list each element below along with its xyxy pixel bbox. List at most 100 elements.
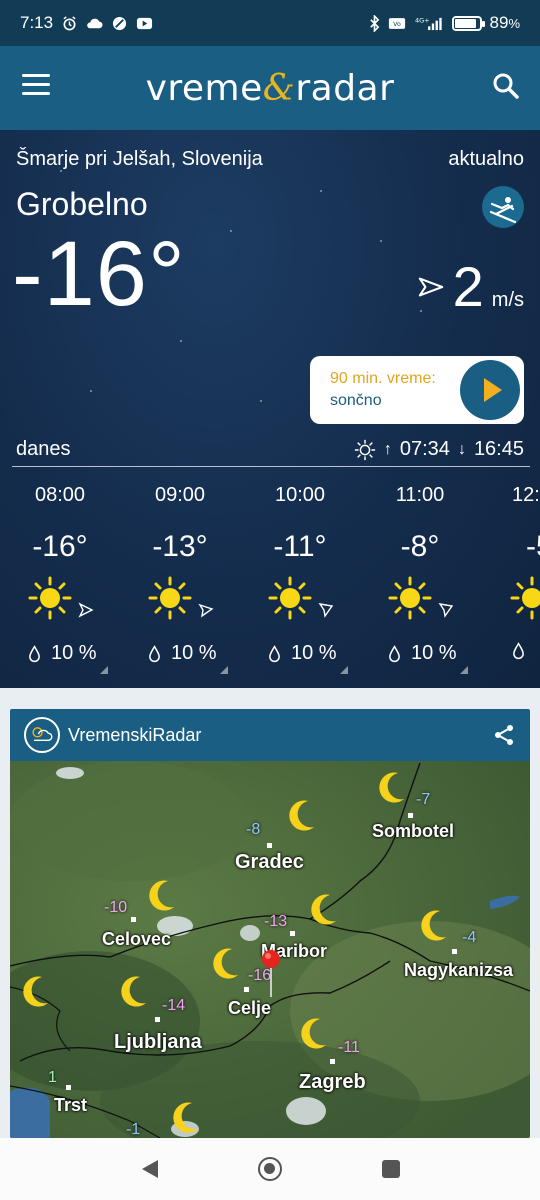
moon-icon [289, 800, 314, 831]
hour-time: 10:00 [274, 484, 326, 506]
wind-arrow-icon [318, 603, 334, 618]
menu-icon[interactable] [22, 74, 50, 96]
hour-item[interactable]: 10:00 -11° 10 % [240, 480, 360, 680]
sun-outline-icon [354, 439, 375, 460]
hourly-forecast[interactable]: 08:00 -16° 10 % 09:00 -13° 10 % 10:00 -1… [0, 480, 540, 680]
hour-item[interactable]: 09:00 -13° 10 % [120, 480, 240, 680]
map-city[interactable]: Sombotel [372, 821, 454, 842]
forecast-90-condition: sončno [330, 392, 382, 409]
home-icon[interactable] [258, 1157, 282, 1181]
map-city[interactable]: Celje [228, 998, 271, 1019]
moon-icon [23, 976, 48, 1007]
map-temp: -13 [264, 913, 288, 930]
current-temperature: -16° [12, 223, 186, 325]
share-icon[interactable] [492, 723, 516, 747]
expand-corner-icon [100, 666, 108, 674]
search-icon[interactable] [490, 70, 522, 102]
hour-temp: -5 [526, 530, 540, 563]
app-logo: vreme&radar [145, 67, 395, 109]
divider [12, 466, 530, 467]
drop-icon [269, 644, 280, 662]
map-temp: -8 [246, 821, 261, 838]
sunrise-time: 07:34 [399, 438, 450, 460]
city-dot [408, 813, 413, 818]
expand-corner-icon [460, 666, 468, 674]
map-city[interactable]: Trst [54, 1095, 87, 1116]
sun-times: ↑ 07:34 ↓ 16:45 [354, 438, 524, 461]
radar-logo-icon [24, 717, 60, 753]
wind-direction-icon [418, 277, 443, 296]
svg-text:Vo: Vo [393, 21, 401, 28]
radar-card[interactable]: VremenskiRadar -7 Sombotel -8 Gradec -10… [10, 709, 530, 1138]
map-temp: -11 [338, 1039, 360, 1056]
vpn-icon [113, 16, 127, 30]
youtube-icon [137, 17, 153, 29]
expand-corner-icon [340, 666, 348, 674]
location-town: Grobelno [16, 186, 148, 222]
map-city[interactable]: Ljubljana [114, 1031, 202, 1054]
hour-item[interactable]: 08:00 -16° 10 % [0, 480, 120, 680]
sun-icon [388, 576, 432, 620]
play-button[interactable] [460, 360, 520, 420]
map-city[interactable]: Gradec [235, 851, 304, 874]
city-dot [290, 931, 295, 936]
hour-temp: -11° [273, 530, 327, 563]
drop-icon [29, 644, 40, 662]
city-dot [267, 843, 272, 848]
hour-item[interactable]: 12: -5 [480, 480, 540, 680]
hour-rain: 10 % [171, 642, 217, 664]
ski-icon[interactable] [482, 186, 524, 228]
hour-time: 08:00 [34, 484, 86, 506]
moon-icon [149, 880, 174, 911]
hour-rain: 10 % [51, 642, 97, 664]
drop-icon [513, 642, 524, 660]
forecast-90-card[interactable]: 90 min. vreme: sončno [310, 356, 524, 424]
radar-header: VremenskiRadar [10, 709, 530, 761]
map-city[interactable]: Zagreb [299, 1071, 366, 1094]
alarm-icon [63, 15, 76, 30]
sun-icon [148, 576, 192, 620]
wind-unit: m/s [491, 289, 524, 311]
map-temp: -10 [104, 899, 128, 916]
sunset-arrow-icon: ↓ [457, 440, 466, 458]
wind-arrow-icon [438, 603, 454, 618]
hour-rain: 10 % [291, 642, 337, 664]
city-dot [452, 949, 457, 954]
radar-map[interactable]: -7 Sombotel -8 Gradec -10 Celovec -13 Ma… [10, 761, 530, 1138]
hour-temp: -13° [152, 530, 208, 563]
moon-icon [213, 948, 238, 979]
hour-time: 12: [512, 484, 540, 506]
city-dot [155, 1017, 160, 1022]
hour-time: 09:00 [154, 484, 206, 506]
map-city[interactable]: Nagykanizsa [404, 960, 513, 981]
moon-icon [301, 1018, 326, 1049]
hour-item[interactable]: 11:00 -8° 10 % [360, 480, 480, 680]
moon-icon [379, 772, 404, 803]
map-city[interactable]: Celovec [102, 929, 171, 950]
sun-icon [268, 576, 312, 620]
clock: 7:13 [20, 13, 54, 32]
map-temp: -1 [126, 1121, 141, 1138]
forecast-90-title: 90 min. vreme: [330, 370, 436, 387]
sunrise-arrow-icon: ↑ [383, 440, 392, 458]
svg-text:4G+: 4G+ [414, 16, 429, 24]
sunset-time: 16:45 [473, 438, 524, 460]
hour-temp: -8° [400, 530, 440, 563]
cloud-icon [87, 18, 103, 28]
recent-apps-icon[interactable] [382, 1160, 400, 1178]
volte-icon: Vo [388, 17, 405, 29]
sun-icon [510, 576, 540, 620]
back-icon[interactable] [140, 1158, 160, 1180]
map-temp: -4 [462, 929, 477, 946]
city-dot [330, 1059, 335, 1064]
app-bar: vreme&radar [0, 46, 540, 130]
today-label: danes [16, 438, 71, 460]
system-nav-bar [0, 1138, 540, 1200]
hour-time: 11:00 [395, 484, 445, 506]
moon-icon [173, 1102, 198, 1133]
hour-temp: -16° [32, 530, 88, 563]
moon-icon [421, 910, 446, 941]
signal-icon: 4G+ [414, 16, 442, 30]
wind-arrow-icon [78, 602, 94, 618]
current-status-label: aktualno [448, 148, 524, 170]
